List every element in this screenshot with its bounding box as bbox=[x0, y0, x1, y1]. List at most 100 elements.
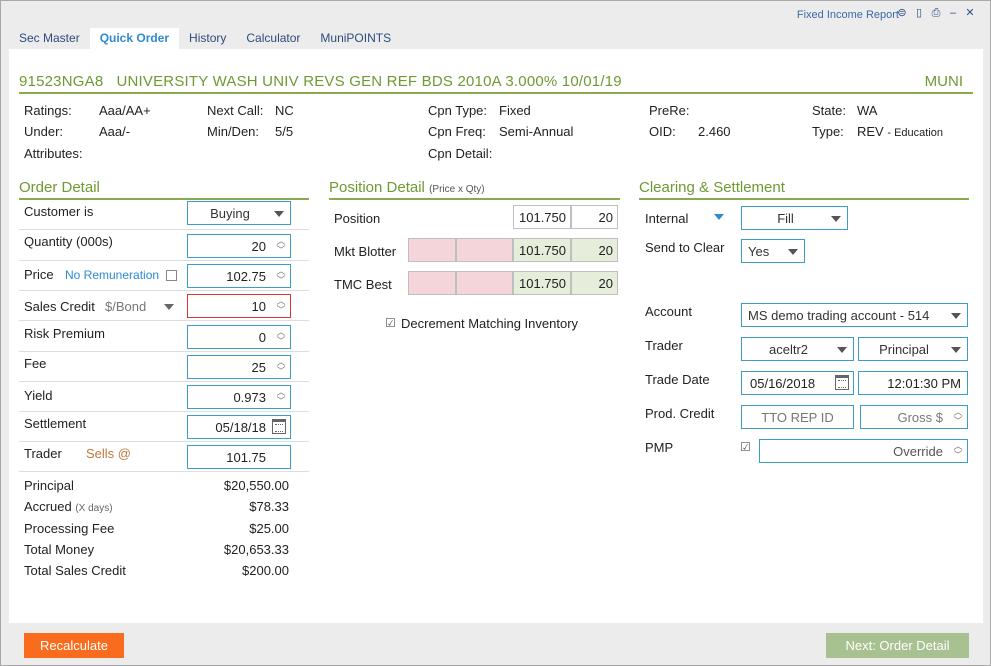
spinner-icon[interactable]: ︿ ﹀ bbox=[275, 388, 287, 406]
price-stepper[interactable]: 102.75 ︿ ﹀ bbox=[187, 264, 291, 288]
mkt-blotter-price-cell: 101.750 bbox=[513, 238, 571, 262]
chevron-down-icon bbox=[788, 249, 798, 255]
chevron-down-icon[interactable] bbox=[164, 304, 174, 310]
gross-stepper[interactable]: Gross $ ︿ ﹀ bbox=[860, 405, 968, 429]
send-to-clear-select[interactable]: Yes bbox=[741, 239, 805, 263]
customer-side-value: Buying bbox=[210, 206, 250, 221]
min-den-value: 5/5 bbox=[275, 124, 294, 139]
yield-stepper[interactable]: 0.973 ︿ ﹀ bbox=[187, 385, 291, 409]
recalculate-button[interactable]: Recalculate bbox=[24, 633, 124, 658]
position-detail-title: Position Detail (Price x Qty) bbox=[329, 179, 485, 196]
pmp-label: PMP bbox=[645, 440, 674, 455]
next-order-detail-button[interactable]: Next: Order Detail bbox=[826, 633, 969, 658]
under-value: Aaa/- bbox=[99, 124, 131, 139]
trade-date-field[interactable]: 05/16/2018 bbox=[741, 371, 854, 395]
tab-sec-master[interactable]: Sec Master bbox=[9, 28, 90, 49]
minimize-icon[interactable]: – bbox=[948, 8, 958, 19]
tto-rep-id-field[interactable]: TTO REP ID bbox=[741, 405, 854, 429]
spinner-icon[interactable]: ︿ ﹀ bbox=[275, 297, 287, 315]
override-stepper[interactable]: Override ︿ ﹀ bbox=[759, 439, 968, 463]
print-icon[interactable]: ⎙ bbox=[931, 8, 941, 19]
no-remuneration-checkbox[interactable] bbox=[166, 270, 177, 281]
send-to-clear-value: Yes bbox=[748, 244, 770, 259]
capacity-select[interactable]: Principal bbox=[858, 337, 968, 361]
spinner-icon[interactable]: ︿ ﹀ bbox=[275, 267, 287, 285]
cpn-freq-value: Semi-Annual bbox=[499, 124, 574, 139]
trader-price-field[interactable]: 101.75 bbox=[187, 445, 291, 469]
price-label: Price bbox=[24, 267, 54, 282]
quantity-stepper[interactable]: 20 ︿ ﹀ bbox=[187, 234, 291, 258]
window-controls: ⊜ ▯ ⎙ – ✕ bbox=[897, 8, 975, 19]
customer-side-select[interactable]: Buying bbox=[187, 201, 291, 225]
mkt-blotter-empty-cell bbox=[408, 238, 456, 262]
state-label: State: bbox=[812, 103, 846, 118]
report-title[interactable]: Fixed Income Report bbox=[797, 9, 899, 21]
calendar-icon[interactable] bbox=[835, 375, 849, 390]
yield-label: Yield bbox=[24, 388, 53, 403]
position-detail-subtitle: (Price x Qty) bbox=[429, 184, 485, 195]
cpn-freq-label: Cpn Freq: bbox=[428, 124, 486, 139]
decrement-checkbox[interactable]: ☑ bbox=[385, 316, 396, 330]
sales-credit-value: 10 bbox=[251, 299, 266, 314]
quantity-value: 20 bbox=[251, 239, 266, 254]
spinner-icon[interactable]: ︿ ﹀ bbox=[275, 237, 287, 255]
calendar-icon[interactable] bbox=[272, 419, 286, 434]
chevron-down-icon[interactable] bbox=[714, 214, 724, 220]
ratings-label: Ratings: bbox=[24, 103, 72, 118]
sales-credit-unit[interactable]: $/Bond bbox=[105, 299, 146, 314]
min-den-label: Min/Den: bbox=[207, 124, 260, 139]
yield-value: 0.973 bbox=[233, 390, 266, 405]
fill-select[interactable]: Fill bbox=[741, 206, 848, 230]
sells-at-label: Sells @ bbox=[86, 446, 131, 461]
clearing-title: Clearing & Settlement bbox=[639, 179, 785, 196]
position-detail-title-text: Position Detail bbox=[329, 179, 425, 196]
position-price-cell: 101.750 bbox=[513, 205, 571, 229]
position-qty-cell: 20 bbox=[571, 205, 618, 229]
type-code: REV bbox=[857, 124, 884, 139]
tab-quick-order[interactable]: Quick Order bbox=[89, 28, 180, 49]
principal-value: $20,550.00 bbox=[223, 478, 289, 493]
position-row-label: Position bbox=[334, 211, 381, 226]
spinner-icon[interactable]: ︿ ﹀ bbox=[952, 408, 964, 426]
tab-munipoints[interactable]: MuniPOINTS bbox=[310, 28, 401, 49]
quantity-label: Quantity (000s) bbox=[24, 234, 113, 249]
trader-label: Trader bbox=[24, 446, 62, 461]
internal-label[interactable]: Internal bbox=[645, 211, 688, 226]
oid-label: OID: bbox=[649, 124, 676, 139]
risk-premium-stepper[interactable]: 0 ︿ ﹀ bbox=[187, 325, 291, 349]
total-sales-credit-value: $200.00 bbox=[242, 563, 289, 578]
account-select[interactable]: MS demo trading account - 514 bbox=[741, 303, 968, 327]
pmp-checkbox[interactable]: ☑ bbox=[740, 440, 751, 454]
trade-time-field[interactable]: 12:01:30 PM bbox=[858, 371, 968, 395]
spinner-icon[interactable]: ︿ ﹀ bbox=[952, 442, 964, 460]
tmc-best-empty-cell bbox=[456, 271, 513, 295]
close-icon[interactable]: ✕ bbox=[965, 8, 975, 19]
override-placeholder: Override bbox=[893, 444, 943, 459]
type-detail: - Education bbox=[887, 127, 944, 139]
sales-credit-stepper[interactable]: 10 ︿ ﹀ bbox=[187, 294, 291, 318]
spinner-icon[interactable]: ︿ ﹀ bbox=[275, 358, 287, 376]
total-sales-credit-label: Total Sales Credit bbox=[24, 563, 126, 578]
cpn-detail-label: Cpn Detail: bbox=[428, 146, 493, 161]
mkt-blotter-qty-cell: 20 bbox=[571, 238, 618, 262]
settings-icon[interactable]: ⊜ bbox=[897, 8, 907, 19]
mobile-icon[interactable]: ▯ bbox=[914, 8, 924, 19]
clearing-trader-label: Trader bbox=[645, 338, 683, 353]
next-call-value: NC bbox=[275, 103, 294, 118]
processing-fee-value: $25.00 bbox=[249, 521, 289, 536]
tab-history[interactable]: History bbox=[179, 28, 236, 49]
account-value: MS demo trading account - 514 bbox=[748, 308, 930, 323]
spinner-icon[interactable]: ︿ ﹀ bbox=[275, 328, 287, 346]
fee-value: 25 bbox=[251, 360, 266, 375]
fee-stepper[interactable]: 25 ︿ ﹀ bbox=[187, 355, 291, 379]
tab-calculator[interactable]: Calculator bbox=[236, 28, 310, 49]
settlement-date-field[interactable]: 05/18/18 bbox=[187, 415, 291, 439]
order-detail-title: Order Detail bbox=[19, 179, 100, 196]
order-detail-divider bbox=[19, 198, 309, 200]
trade-date-value: 05/16/2018 bbox=[750, 376, 816, 391]
position-detail-divider bbox=[329, 198, 620, 200]
settlement-value: 05/18/18 bbox=[215, 420, 266, 435]
ratings-value: Aaa/AA+ bbox=[99, 103, 151, 118]
clearing-trader-select[interactable]: aceltr2 bbox=[741, 337, 854, 361]
tmc-best-row-label: TMC Best bbox=[334, 277, 392, 292]
